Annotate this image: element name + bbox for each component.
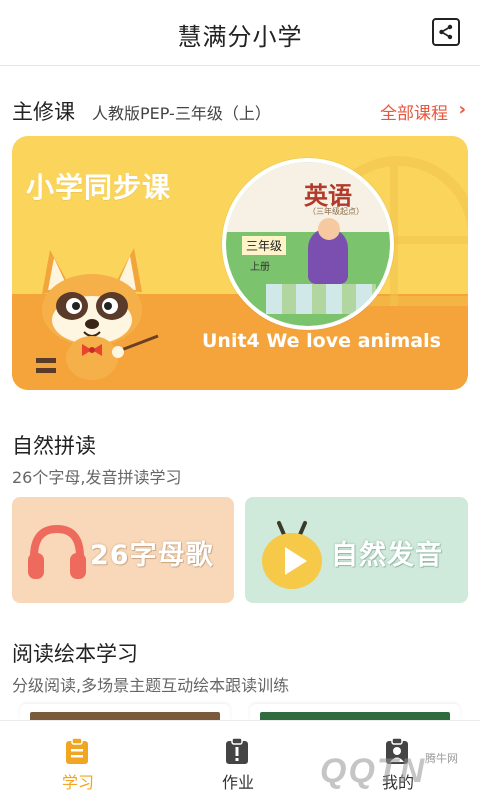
- natural-phonics-card[interactable]: 自然发音: [245, 497, 468, 603]
- textbook-volume: 上册: [250, 262, 270, 273]
- natural-phonics-label: 自然发音: [331, 540, 443, 571]
- tab-study-label: 学习: [61, 773, 94, 792]
- chevron-right-icon[interactable]: ›: [459, 99, 466, 120]
- alphabet-song-label: 26字母歌: [90, 540, 214, 571]
- textbook-edition: 人教版PEP-三年级（上）: [92, 104, 271, 123]
- textbook-cover: 英语 （三年级起点） 三年级 上册: [222, 158, 394, 330]
- unit-title: Unit4 We love animals: [202, 330, 441, 352]
- picture-book-card[interactable]: [20, 704, 230, 722]
- page-title: 慧满分小学: [177, 23, 303, 51]
- raccoon-mascot-icon: [36, 248, 159, 380]
- picture-book-card[interactable]: [250, 704, 460, 722]
- sync-course-banner[interactable]: 小学同步课 英语 （三年级起点） 三年级 上册 Unit4 We love an…: [12, 136, 468, 390]
- main-course-label: 主修课: [12, 100, 75, 124]
- picture-book-list: [12, 704, 468, 722]
- reading-section-subtitle: 分级阅读,多场景主题互动绘本跟读训练: [12, 676, 290, 695]
- tiles-illustration: [266, 284, 376, 314]
- headphones-icon: [28, 524, 86, 579]
- watermark-small-text: 腾牛网: [425, 752, 458, 765]
- share-icon: [439, 24, 453, 40]
- textbook-cover-image: 英语 （三年级起点） 三年级 上册: [226, 162, 390, 326]
- phonics-section-subtitle: 26个字母,发音拼读学习: [12, 468, 182, 487]
- homework-icon: [226, 737, 248, 764]
- textbook-subtitle: （三年级起点）: [308, 207, 364, 216]
- all-courses-link[interactable]: 全部课程: [380, 99, 448, 124]
- watermark-text: QQTN: [320, 752, 427, 790]
- alphabet-song-card[interactable]: 26字母歌: [12, 497, 234, 603]
- top-bar: 慧满分小学: [0, 0, 480, 66]
- banner-title: 小学同步课: [26, 171, 172, 204]
- clipboard-icon: [66, 737, 88, 764]
- share-button[interactable]: [432, 18, 460, 46]
- watermark-logo: QQTN 腾牛网: [268, 742, 480, 798]
- tab-study[interactable]: 学习: [18, 721, 138, 800]
- textbook-grade: 三年级: [242, 236, 287, 255]
- phonics-section-title: 自然拼读: [12, 434, 96, 458]
- play-icon: [262, 521, 322, 589]
- main-course-header: 主修课 人教版PEP-三年级（上） 全部课程 ›: [12, 96, 468, 126]
- reading-section-title: 阅读绘本学习: [12, 642, 138, 666]
